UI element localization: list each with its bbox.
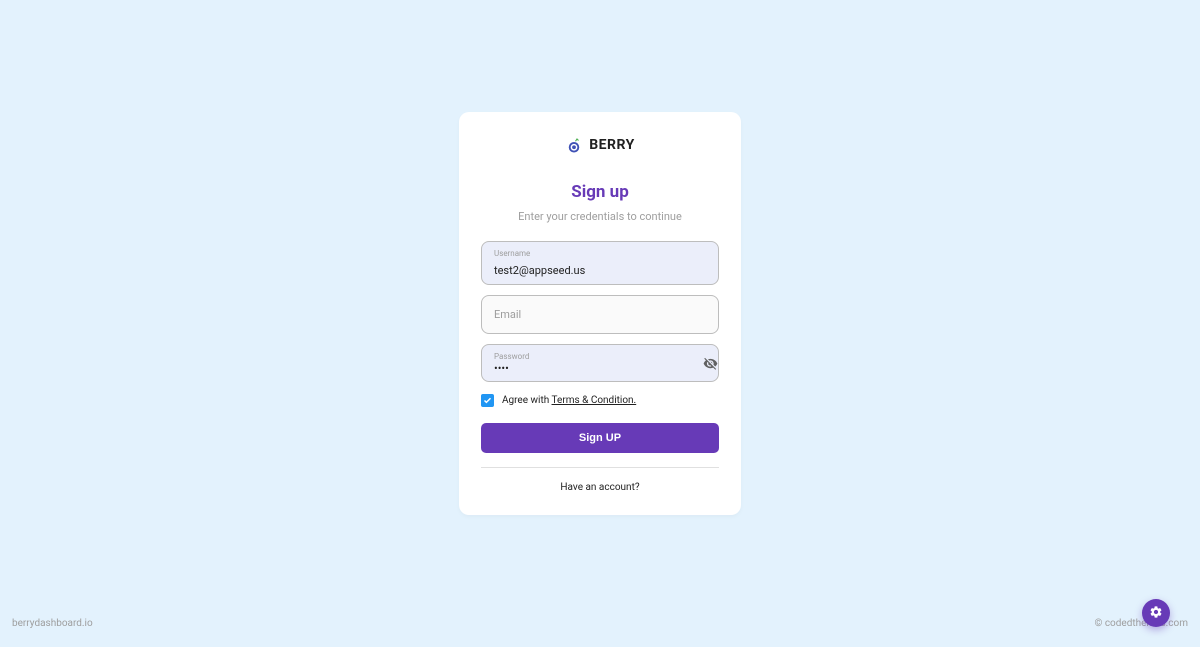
page-title: Sign up [481,182,719,202]
logo-section: BERRY [481,136,719,154]
agree-text: Agree with Terms & Condition. [502,395,636,406]
footer-right-text: © codedthemes.com [1094,618,1188,629]
footer-left-link[interactable]: berrydashboard.io [12,618,93,629]
page-subtitle: Enter your credentials to continue [481,210,719,223]
gear-icon [1149,604,1163,623]
username-input[interactable] [494,264,706,277]
divider [481,467,719,468]
signup-card: BERRY Sign up Enter your credentials to … [459,112,741,515]
berry-logo-icon [565,136,583,154]
page-container: BERRY Sign up Enter your credentials to … [0,0,1200,647]
signup-button[interactable]: Sign UP [481,423,719,453]
password-label: Password [494,353,691,361]
password-field-wrapper[interactable]: Password •••• [481,344,719,382]
password-input[interactable]: •••• [494,362,691,375]
agree-prefix: Agree with [502,395,552,406]
logo-text: BERRY [589,137,635,153]
visibility-off-icon[interactable] [703,356,718,371]
username-field-wrapper[interactable]: Username [481,241,719,285]
username-label: Username [494,250,706,258]
have-account-link[interactable]: Have an account? [481,482,719,493]
terms-link[interactable]: Terms & Condition. [552,395,637,406]
agree-row: Agree with Terms & Condition. [481,394,719,407]
agree-checkbox[interactable] [481,394,494,407]
settings-fab-button[interactable] [1142,599,1170,627]
email-input[interactable] [482,296,718,333]
email-field-wrapper[interactable] [481,295,719,334]
